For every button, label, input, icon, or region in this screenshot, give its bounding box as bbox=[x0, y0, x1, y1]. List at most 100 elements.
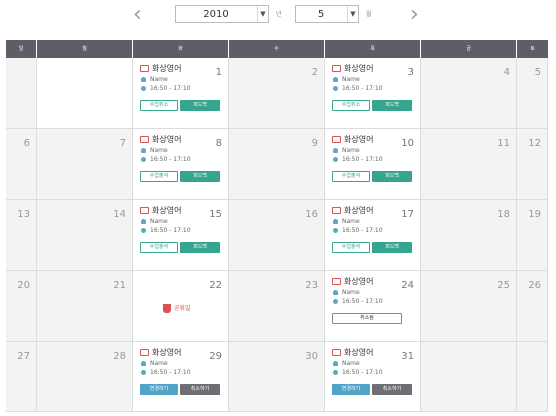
month-select[interactable]: 5 ▼ bbox=[295, 5, 359, 23]
lesson-action-button[interactable]: 피드백 bbox=[180, 171, 220, 182]
lesson-entry[interactable]: 화상영어 Name 16:50 - 17:10 취소됨 bbox=[332, 276, 414, 324]
lesson-actions: 수업출석 피드백 bbox=[140, 171, 222, 183]
day-number: 13 bbox=[17, 209, 30, 220]
video-lesson-icon bbox=[140, 65, 149, 72]
lesson-action-button[interactable]: 취소하기 bbox=[372, 384, 412, 395]
lesson-action-button[interactable]: 피드백 bbox=[180, 242, 220, 253]
chevron-down-icon[interactable]: ▼ bbox=[347, 6, 358, 22]
lesson-action-button[interactable]: 취소하기 bbox=[180, 384, 220, 395]
lesson-action-button[interactable]: 수업취소 bbox=[140, 100, 178, 111]
video-lesson-icon bbox=[140, 207, 149, 214]
teacher-name: Name bbox=[332, 217, 414, 226]
lesson-action-button[interactable]: 피드백 bbox=[372, 242, 412, 253]
calendar-day-cell[interactable] bbox=[6, 58, 37, 129]
calendar-day-cell[interactable]: 11 bbox=[421, 129, 517, 200]
lesson-action-button[interactable]: 변경하기 bbox=[332, 384, 370, 395]
lesson-title[interactable]: 화상영어 bbox=[140, 63, 222, 75]
lesson-entry[interactable]: 화상영어 Name 16:50 - 17:10 변경하기 취소하기 bbox=[332, 347, 414, 395]
lesson-action-button[interactable]: 피드백 bbox=[372, 171, 412, 182]
day-number: 22 bbox=[209, 280, 222, 291]
calendar-day-cell[interactable]: 8 화상영어 Name 16:50 - 17:10 수업출석 피드백 bbox=[133, 129, 229, 200]
calendar-day-cell[interactable]: 19 bbox=[517, 200, 548, 271]
lesson-entry[interactable]: 화상영어 Name 16:50 - 17:10 수업취소 피드백 bbox=[332, 63, 414, 111]
teacher-name: Name bbox=[332, 288, 414, 297]
lesson-entry[interactable]: 화상영어 Name 16:50 - 17:10 변경하기 취소하기 bbox=[140, 347, 222, 395]
lesson-title[interactable]: 화상영어 bbox=[332, 205, 414, 217]
weekday-label: 수 bbox=[229, 40, 324, 58]
calendar-day-cell[interactable]: 27 bbox=[6, 342, 37, 412]
calendar-day-cell[interactable]: 6 bbox=[6, 129, 37, 200]
calendar-day-cell[interactable]: 14 bbox=[37, 200, 133, 271]
person-icon bbox=[141, 219, 146, 224]
video-lesson-icon bbox=[332, 278, 341, 285]
calendar-day-cell[interactable] bbox=[421, 342, 517, 412]
lesson-title[interactable]: 화상영어 bbox=[332, 134, 414, 146]
year-unit-label: 년 bbox=[276, 11, 282, 18]
calendar-day-cell[interactable]: 7 bbox=[37, 129, 133, 200]
prev-month-icon[interactable]: ‹ bbox=[133, 4, 142, 26]
calendar-day-cell[interactable]: 10 화상영어 Name 16:50 - 17:10 수업출석 피드백 bbox=[325, 129, 421, 200]
lesson-title[interactable]: 화상영어 bbox=[140, 347, 222, 359]
video-lesson-icon bbox=[332, 136, 341, 143]
lesson-actions: 수업출석 피드백 bbox=[140, 242, 222, 254]
lesson-actions: 수업출석 피드백 bbox=[332, 242, 414, 254]
calendar-day-cell[interactable]: 16 bbox=[229, 200, 325, 271]
lesson-title[interactable]: 화상영어 bbox=[140, 134, 222, 146]
calendar-day-cell[interactable]: 15 화상영어 Name 16:50 - 17:10 수업출석 피드백 bbox=[133, 200, 229, 271]
calendar-day-cell[interactable]: 3 화상영어 Name 16:50 - 17:10 수업취소 피드백 bbox=[325, 58, 421, 129]
calendar-day-cell[interactable]: 30 bbox=[229, 342, 325, 412]
calendar-grid: 1 화상영어 Name 16:50 - 17:10 수업취소 피드백 2 3 화상영어 Name 1… bbox=[6, 58, 548, 412]
person-icon bbox=[333, 219, 338, 224]
day-number: 7 bbox=[119, 138, 126, 149]
lesson-time: 16:50 - 17:10 bbox=[332, 155, 414, 164]
person-icon bbox=[141, 77, 146, 82]
lesson-title[interactable]: 화상영어 bbox=[332, 276, 414, 288]
lesson-entry[interactable]: 화상영어 Name 16:50 - 17:10 수업취소 피드백 bbox=[140, 63, 222, 111]
chevron-down-icon[interactable]: ▼ bbox=[257, 6, 268, 22]
lesson-title[interactable]: 화상영어 bbox=[332, 63, 414, 75]
lesson-action-button[interactable]: 수업출석 bbox=[332, 171, 370, 182]
lesson-action-button[interactable]: 수업출석 bbox=[140, 171, 178, 182]
day-number: 25 bbox=[497, 280, 510, 291]
calendar-day-cell[interactable]: 24 화상영어 Name 16:50 - 17:10 취소됨 bbox=[325, 271, 421, 342]
calendar-day-cell[interactable] bbox=[37, 58, 133, 129]
calendar-day-cell[interactable]: 4 bbox=[421, 58, 517, 129]
calendar-day-cell[interactable]: 25 bbox=[421, 271, 517, 342]
next-month-icon[interactable]: › bbox=[410, 4, 419, 26]
calendar-day-cell[interactable]: 13 bbox=[6, 200, 37, 271]
calendar-day-cell[interactable] bbox=[517, 342, 548, 412]
lesson-action-button[interactable]: 피드백 bbox=[180, 100, 220, 111]
lesson-action-button[interactable]: 피드백 bbox=[372, 100, 412, 111]
calendar-day-cell[interactable]: 2 bbox=[229, 58, 325, 129]
lesson-title[interactable]: 화상영어 bbox=[140, 205, 222, 217]
calendar-day-cell[interactable]: 5 bbox=[517, 58, 548, 129]
lesson-entry[interactable]: 화상영어 Name 16:50 - 17:10 수업출석 피드백 bbox=[332, 205, 414, 253]
calendar-day-cell[interactable]: 31 화상영어 Name 16:50 - 17:10 변경하기 취소하기 bbox=[325, 342, 421, 412]
lesson-action-button[interactable]: 수업취소 bbox=[332, 100, 370, 111]
lesson-action-button[interactable]: 수업출석 bbox=[140, 242, 178, 253]
calendar-day-cell[interactable]: 21 bbox=[37, 271, 133, 342]
calendar-day-cell[interactable]: 29 화상영어 Name 16:50 - 17:10 변경하기 취소하기 bbox=[133, 342, 229, 412]
calendar-day-cell[interactable]: 1 화상영어 Name 16:50 - 17:10 수업취소 피드백 bbox=[133, 58, 229, 129]
clock-icon bbox=[333, 370, 338, 375]
calendar-day-cell[interactable]: 28 bbox=[37, 342, 133, 412]
calendar-day-cell[interactable]: 12 bbox=[517, 129, 548, 200]
lesson-action-button[interactable]: 변경하기 bbox=[140, 384, 178, 395]
lesson-entry[interactable]: 화상영어 Name 16:50 - 17:10 수업출석 피드백 bbox=[332, 134, 414, 182]
calendar-day-cell[interactable]: 20 bbox=[6, 271, 37, 342]
teacher-name: Name bbox=[140, 146, 222, 155]
lesson-entry[interactable]: 화상영어 Name 16:50 - 17:10 수업출석 피드백 bbox=[140, 134, 222, 182]
calendar-day-cell[interactable]: 17 화상영어 Name 16:50 - 17:10 수업출석 피드백 bbox=[325, 200, 421, 271]
calendar-day-cell[interactable]: 22 공휴일 bbox=[133, 271, 229, 342]
lesson-entry[interactable]: 화상영어 Name 16:50 - 17:10 수업출석 피드백 bbox=[140, 205, 222, 253]
lesson-action-button[interactable]: 취소됨 bbox=[332, 313, 402, 324]
video-lesson-icon bbox=[140, 136, 149, 143]
year-select[interactable]: 2010 ▼ bbox=[175, 5, 269, 23]
lesson-title[interactable]: 화상영어 bbox=[332, 347, 414, 359]
calendar-day-cell[interactable]: 23 bbox=[229, 271, 325, 342]
day-number: 20 bbox=[17, 280, 30, 291]
calendar-day-cell[interactable]: 26 bbox=[517, 271, 548, 342]
calendar-day-cell[interactable]: 9 bbox=[229, 129, 325, 200]
calendar-day-cell[interactable]: 18 bbox=[421, 200, 517, 271]
lesson-action-button[interactable]: 수업출석 bbox=[332, 242, 370, 253]
